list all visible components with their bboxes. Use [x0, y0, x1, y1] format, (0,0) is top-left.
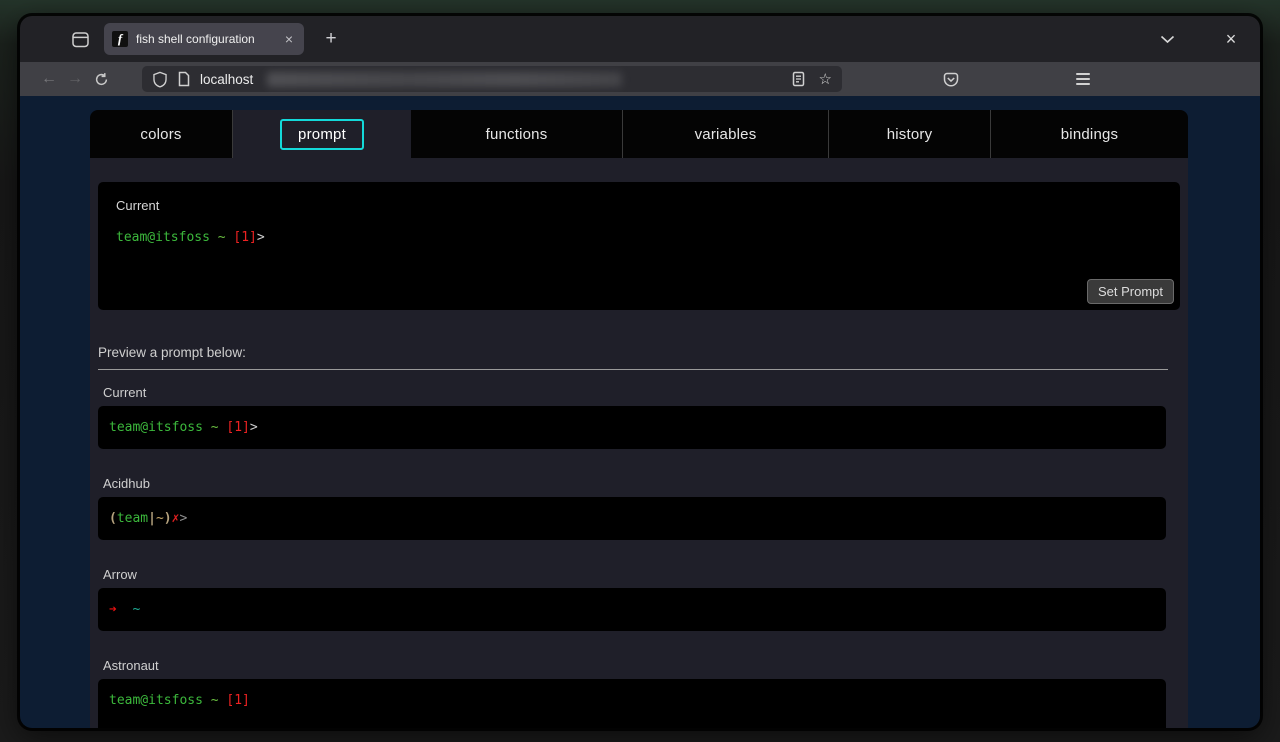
tab-colors[interactable]: colors: [90, 110, 233, 158]
tab-label: prompt: [280, 119, 364, 150]
prompt-segment: [1]: [233, 230, 256, 245]
tab-bindings[interactable]: bindings: [991, 110, 1188, 158]
prompt-segment: ): [164, 511, 172, 526]
preview-label-astronaut: Astronaut: [98, 658, 1180, 673]
firefox-view-icon[interactable]: [70, 29, 90, 49]
preview-label-arrow: Arrow: [98, 567, 1180, 582]
prompt-segment: team@itsfoss: [116, 230, 210, 245]
url-bar[interactable]: localhost ☆: [142, 66, 842, 92]
preview-box-arrow[interactable]: ➔ ~: [98, 588, 1166, 631]
current-prompt-label: Current: [116, 198, 1162, 213]
preview-box-current[interactable]: team@itsfoss ~ [1]>: [98, 406, 1166, 449]
prompt-segment: ~: [210, 230, 233, 245]
fish-tab-strip: colors prompt functions variables history bin…: [90, 110, 1188, 158]
page-info-icon[interactable]: [177, 71, 191, 87]
shield-icon[interactable]: [152, 71, 168, 88]
tab-label: history: [887, 126, 933, 143]
preview-label-current: Current: [98, 385, 1180, 400]
preview-heading: Preview a prompt below:: [98, 345, 1180, 360]
prompt-segment: team@itsfoss: [109, 420, 203, 435]
browser-titlebar: f fish shell configuration × + ×: [20, 16, 1260, 62]
tab-variables[interactable]: variables: [623, 110, 829, 158]
prompt-segment: [1]: [226, 693, 249, 708]
forward-button[interactable]: →: [62, 70, 88, 88]
prompt-segment: team@itsfoss: [109, 693, 203, 708]
divider: [98, 369, 1168, 370]
tab-label: variables: [695, 126, 757, 143]
prompt-segment: ✗: [172, 511, 180, 526]
close-tab-icon[interactable]: ×: [282, 31, 296, 47]
prompt-segment: team: [117, 511, 148, 526]
tab-label: bindings: [1061, 126, 1118, 143]
preview-box-acidhub[interactable]: (team|~)✗>: [98, 497, 1166, 540]
prompt-segment: ~: [203, 420, 226, 435]
browser-toolbar: ← → localhost ☆: [20, 62, 1260, 96]
menu-hamburger-icon[interactable]: [1076, 73, 1090, 85]
prompt-segment: >: [257, 230, 265, 245]
tab-prompt[interactable]: prompt: [233, 110, 411, 158]
tab-history[interactable]: history: [829, 110, 991, 158]
window-close-button[interactable]: ×: [1216, 29, 1246, 50]
desktop-background: f fish shell configuration × + × ← →: [0, 0, 1280, 742]
prompt-segment: ➔: [109, 602, 117, 617]
browser-window: f fish shell configuration × + × ← →: [20, 16, 1260, 728]
preview-label-acidhub: Acidhub: [98, 476, 1180, 491]
prompt-segment: >: [250, 420, 258, 435]
pocket-icon[interactable]: [942, 71, 960, 88]
prompt-segment: ~: [156, 511, 164, 526]
preview-box-astronaut[interactable]: team@itsfoss ~ [1]: [98, 679, 1166, 728]
current-prompt-line: team@itsfoss ~ [1]>: [116, 230, 1162, 245]
reader-mode-icon[interactable]: [792, 71, 805, 87]
reload-button[interactable]: [94, 72, 120, 87]
prompt-panel: Current team@itsfoss ~ [1]> Set Prompt P…: [90, 158, 1188, 728]
prompt-segment: ~: [203, 693, 226, 708]
prompt-segment: >: [179, 511, 187, 526]
prompt-segment: |: [148, 511, 156, 526]
prompt-segment: ~: [117, 602, 140, 617]
back-button[interactable]: ←: [36, 70, 62, 88]
tab-functions[interactable]: functions: [411, 110, 623, 158]
prompt-segment: [1]: [226, 420, 249, 435]
page-viewport: colors prompt functions variables history bin…: [20, 96, 1260, 728]
redacted-url-blur: [267, 72, 622, 87]
tab-label: colors: [140, 126, 181, 143]
url-host-text: localhost: [200, 72, 253, 87]
tab-label: functions: [486, 126, 548, 143]
preview-list: Currentteam@itsfoss ~ [1]>Acidhub(team|~…: [98, 385, 1180, 728]
set-prompt-button[interactable]: Set Prompt: [1087, 279, 1174, 304]
current-prompt-box: Current team@itsfoss ~ [1]> Set Prompt: [98, 182, 1180, 310]
fish-favicon: f: [112, 31, 128, 47]
new-tab-button[interactable]: +: [318, 28, 344, 50]
bookmark-star-icon[interactable]: ☆: [819, 70, 832, 88]
prompt-segment: (: [109, 511, 117, 526]
browser-tab-title: fish shell configuration: [136, 32, 282, 46]
chevron-down-icon[interactable]: [1152, 35, 1182, 44]
browser-tab[interactable]: f fish shell configuration ×: [104, 23, 304, 55]
